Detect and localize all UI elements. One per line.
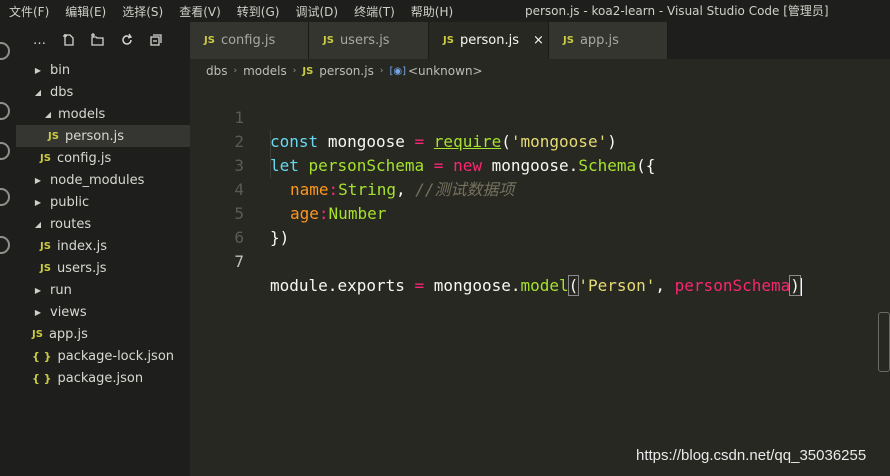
breadcrumb-dbs[interactable]: dbs [206,64,228,78]
scrollbar[interactable] [878,312,890,372]
tree-item-routes[interactable]: ◢ routes [16,213,190,235]
collapsed-chevron-icon: ▶ [34,307,42,317]
window-title: person.js - koa2-learn - Visual Studio C… [525,4,829,18]
js-file-icon: JS [302,65,314,77]
tree-item-node-modules[interactable]: ▶ node_modules [16,169,190,191]
tree-item-views[interactable]: ▶ views [16,301,190,323]
debug-icon[interactable] [0,188,10,206]
js-file-icon: JS [563,35,574,46]
js-file-icon: JS [323,35,334,46]
file-tree: ▶ bin ◢ dbs ◢ models JS person.js JS con… [16,59,190,389]
tree-item-users-js[interactable]: JS users.js [16,257,190,279]
tree-item-package-lock-json[interactable]: { } package-lock.json [16,345,190,367]
menu-file[interactable]: 文件(F) [0,3,57,20]
json-file-icon: { } [32,349,52,363]
js-file-icon: JS [40,152,51,164]
tree-item-run[interactable]: ▶ run [16,279,190,301]
collapsed-chevron-icon: ▶ [34,175,42,185]
collapsed-chevron-icon: ▶ [34,285,42,295]
extensions-icon[interactable] [0,236,10,254]
code-line-6[interactable]: 6 [190,202,244,247]
source-control-icon[interactable] [0,142,10,160]
chevron-right-icon: › [379,66,384,76]
tab-config-js[interactable]: JS config.js [190,22,309,59]
code-line-1[interactable]: 1 const mongoose = require('mongoose') [190,82,616,151]
explorer-icon[interactable] [0,42,10,60]
breadcrumb-symbol[interactable]: <unknown> [408,64,483,78]
collapsed-chevron-icon: ▶ [34,197,42,207]
tree-item-index-js[interactable]: JS index.js [16,235,190,257]
breadcrumb-person-js[interactable]: person.js [319,64,374,78]
search-icon[interactable] [0,102,10,120]
tree-item-package-json[interactable]: { } package.json [16,367,190,389]
line-number: 7 [234,252,244,271]
js-file-icon: JS [443,35,454,46]
js-file-icon: JS [204,35,215,46]
menu-edit[interactable]: 编辑(E) [57,3,114,20]
code-line-7[interactable]: 7 module.exports = mongoose.model('Perso… [190,226,802,296]
watermark: https://blog.csdn.net/qq_35036255 [636,447,867,464]
tree-item-public[interactable]: ▶ public [16,191,190,213]
menu-selection[interactable]: 选择(S) [114,3,171,20]
tree-item-models[interactable]: ◢ models [16,103,190,125]
tab-users-js[interactable]: JS users.js [309,22,429,59]
js-file-icon: JS [32,328,43,340]
code-line-4[interactable]: 4 age:Number [190,154,386,223]
tab-person-js[interactable]: JS person.js × [429,22,549,59]
refresh-icon[interactable] [119,33,134,48]
breadcrumb: dbs › models › JS person.js › [◉] <unkno… [206,60,483,82]
tree-item-app-js[interactable]: JS app.js [16,323,190,345]
menu-go[interactable]: 转到(G) [229,3,288,20]
collapse-all-icon[interactable] [148,33,163,48]
new-file-icon[interactable] [61,33,76,48]
new-folder-icon[interactable] [90,33,105,48]
tree-item-dbs[interactable]: ◢ dbs [16,81,190,103]
expanded-chevron-icon: ◢ [34,87,42,97]
chevron-right-icon: › [292,66,297,76]
explorer-toolbar: … [16,22,190,58]
tree-item-person-js[interactable]: JS person.js [16,125,190,147]
tree-item-config-js[interactable]: JS config.js [16,147,190,169]
json-file-icon: { } [32,371,52,385]
js-file-icon: JS [48,130,59,142]
code-line-5[interactable]: 5 }) [190,178,289,247]
expanded-chevron-icon: ◢ [34,219,42,229]
collapsed-chevron-icon: ▶ [34,65,42,75]
js-file-icon: JS [40,240,51,252]
code-line-2[interactable]: 2 let personSchema = new mongoose.Schema… [190,106,655,175]
activity-bar [0,22,16,476]
explorer-sidebar: … ▶ bin ◢ dbs ◢ models JS person.js JS c… [16,22,190,476]
breadcrumb-models[interactable]: models [243,64,287,78]
more-actions-icon[interactable]: … [32,33,47,48]
code-editor[interactable]: 1 const mongoose = require('mongoose') 2… [190,82,890,476]
text-cursor [799,277,802,296]
menu-debug[interactable]: 调试(D) [287,3,346,20]
code-line-3[interactable]: 3 name:String, //测试数据项 [190,130,514,199]
editor-tab-bar: JS config.js JS users.js JS person.js × … [190,22,890,59]
chevron-right-icon: › [233,66,238,76]
menu-terminal[interactable]: 终端(T) [346,3,403,20]
tab-app-js[interactable]: JS app.js [549,22,668,59]
close-icon[interactable]: × [533,33,544,48]
js-file-icon: JS [40,262,51,274]
menu-help[interactable]: 帮助(H) [403,3,461,20]
menu-view[interactable]: 查看(V) [171,3,229,20]
expanded-chevron-icon: ◢ [44,109,52,119]
symbol-variable-icon: [◉] [389,65,406,77]
tree-item-bin[interactable]: ▶ bin [16,59,190,81]
